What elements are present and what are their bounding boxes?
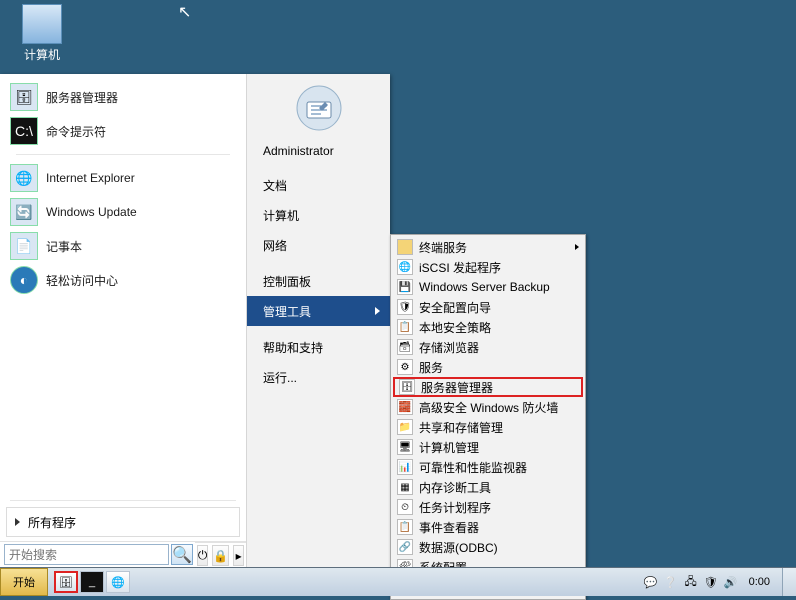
pinned-server-manager[interactable]: 🗄服务器管理器 bbox=[6, 80, 240, 114]
sub-backup[interactable]: 💾Windows Server Backup bbox=[393, 277, 583, 297]
clock-icon: ⏲ bbox=[397, 499, 413, 515]
firewall-icon: 🧱 bbox=[397, 399, 413, 415]
tray-security-icon[interactable]: 🛡 bbox=[703, 574, 719, 590]
folder-icon bbox=[397, 239, 413, 255]
share-icon: 📁 bbox=[397, 419, 413, 435]
show-desktop-button[interactable] bbox=[782, 568, 796, 596]
computer-icon bbox=[22, 4, 62, 44]
search-button[interactable]: 🔍 bbox=[171, 544, 193, 565]
memory-icon: ▦ bbox=[397, 479, 413, 495]
chevron-right-icon bbox=[575, 244, 579, 250]
right-item-network[interactable]: 网络 bbox=[247, 230, 390, 260]
storage-icon: 🗃 bbox=[397, 339, 413, 355]
desktop-icon-label: 计算机 bbox=[12, 46, 72, 63]
divider bbox=[10, 500, 236, 501]
sub-task-scheduler[interactable]: ⏲任务计划程序 bbox=[393, 497, 583, 517]
update-icon: 🔄 bbox=[10, 198, 38, 226]
cmd-icon: C:\ bbox=[10, 117, 38, 145]
server-manager-icon: 🗄 bbox=[399, 379, 415, 395]
computer-mgmt-icon: 🖥 bbox=[397, 439, 413, 455]
chevron-right-icon bbox=[375, 307, 380, 315]
sub-share-storage[interactable]: 📁共享和存储管理 bbox=[393, 417, 583, 437]
sub-computer-mgmt[interactable]: 🖥计算机管理 bbox=[393, 437, 583, 457]
notepad-icon: 📄 bbox=[10, 232, 38, 260]
tray-help-icon[interactable]: ❔ bbox=[663, 574, 679, 590]
start-button[interactable]: 开始 bbox=[0, 568, 48, 596]
sub-local-security[interactable]: 📋本地安全策略 bbox=[393, 317, 583, 337]
odbc-icon: 🔗 bbox=[397, 539, 413, 555]
gear-icon: ⚙ bbox=[397, 359, 413, 375]
ie-icon: 🌐 bbox=[10, 164, 38, 192]
sub-perfmon[interactable]: 📊可靠性和性能监视器 bbox=[393, 457, 583, 477]
event-icon: 📋 bbox=[397, 519, 413, 535]
start-menu-left-column: 🗄服务器管理器 C:\命令提示符 🌐Internet Explorer 🔄Win… bbox=[0, 74, 247, 567]
power-button[interactable]: ⏻ bbox=[197, 545, 209, 566]
all-programs-button[interactable]: 所有程序 bbox=[6, 507, 240, 537]
policy-icon: 📋 bbox=[397, 319, 413, 335]
all-programs-label: 所有程序 bbox=[28, 514, 76, 531]
sub-odbc[interactable]: 🔗数据源(ODBC) bbox=[393, 537, 583, 557]
perfmon-icon: 📊 bbox=[397, 459, 413, 475]
taskbar-clock[interactable]: 0:00 bbox=[743, 576, 776, 588]
tray-balloon-icon[interactable]: 💬 bbox=[643, 574, 659, 590]
arrow-right-icon bbox=[15, 518, 20, 526]
sub-memory-diag[interactable]: ▦内存诊断工具 bbox=[393, 477, 583, 497]
sub-event-viewer[interactable]: 📋事件查看器 bbox=[393, 517, 583, 537]
start-menu: 🗄服务器管理器 C:\命令提示符 🌐Internet Explorer 🔄Win… bbox=[0, 74, 390, 567]
right-item-run[interactable]: 运行... bbox=[247, 362, 390, 392]
pinned-command-prompt[interactable]: C:\命令提示符 bbox=[6, 114, 240, 148]
right-item-computer[interactable]: 计算机 bbox=[247, 200, 390, 230]
right-item-documents[interactable]: 文档 bbox=[247, 170, 390, 200]
admin-tools-submenu: 终端服务 🌐iSCSI 发起程序 💾Windows Server Backup … bbox=[390, 234, 586, 600]
username-label: Administrator bbox=[247, 144, 390, 158]
sub-security-wizard[interactable]: 🛡安全配置向导 bbox=[393, 297, 583, 317]
pinned-windows-update[interactable]: 🔄Windows Update bbox=[6, 195, 240, 229]
right-item-help[interactable]: 帮助和支持 bbox=[247, 332, 390, 362]
tray-volume-icon[interactable]: 🔊 bbox=[723, 574, 739, 590]
pinned-ease-of-access[interactable]: ◐轻松访问中心 bbox=[6, 263, 240, 297]
globe-icon: 🌐 bbox=[397, 259, 413, 275]
search-input[interactable] bbox=[4, 544, 169, 565]
pinned-ie[interactable]: 🌐Internet Explorer bbox=[6, 161, 240, 195]
sub-services[interactable]: ⚙服务 bbox=[393, 357, 583, 377]
sub-firewall[interactable]: 🧱高级安全 Windows 防火墙 bbox=[393, 397, 583, 417]
ease-icon: ◐ bbox=[10, 266, 38, 294]
right-item-control-panel[interactable]: 控制面板 bbox=[247, 266, 390, 296]
sub-terminal-services[interactable]: 终端服务 bbox=[393, 237, 583, 257]
server-manager-icon: 🗄 bbox=[10, 83, 38, 111]
lock-button[interactable]: 🔒 bbox=[212, 545, 229, 566]
quick-ie[interactable]: 🌐 bbox=[106, 571, 130, 593]
system-tray: 💬 ❔ 🖧 🛡 🔊 0:00 bbox=[637, 568, 782, 596]
sub-iscsi[interactable]: 🌐iSCSI 发起程序 bbox=[393, 257, 583, 277]
divider bbox=[16, 154, 230, 155]
quick-cmd[interactable]: _ bbox=[80, 571, 104, 593]
right-item-admin-tools[interactable]: 管理工具 bbox=[247, 296, 390, 326]
sub-server-manager[interactable]: 🗄服务器管理器 bbox=[393, 377, 583, 397]
desktop-icon-computer[interactable]: 计算机 bbox=[12, 4, 72, 63]
search-row: 🔍 ⏻ 🔒 ▸ bbox=[0, 541, 246, 567]
start-menu-right-column: Administrator 文档 计算机 网络 控制面板 管理工具 帮助和支持 … bbox=[247, 74, 390, 567]
backup-icon: 💾 bbox=[397, 279, 413, 295]
cursor-icon: ↖ bbox=[178, 2, 191, 22]
pinned-notepad[interactable]: 📄记事本 bbox=[6, 229, 240, 263]
tray-network-icon[interactable]: 🖧 bbox=[683, 574, 699, 590]
quick-launch: 🗄 _ 🌐 bbox=[52, 568, 132, 596]
taskbar: 开始 🗄 _ 🌐 💬 ❔ 🖧 🛡 🔊 0:00 bbox=[0, 567, 796, 596]
pinned-apps: 🗄服务器管理器 C:\命令提示符 🌐Internet Explorer 🔄Win… bbox=[0, 74, 246, 297]
quick-server-manager[interactable]: 🗄 bbox=[54, 571, 78, 593]
shutdown-options-button[interactable]: ▸ bbox=[233, 545, 244, 566]
shield-icon: 🛡 bbox=[397, 299, 413, 315]
sub-storage-explorer[interactable]: 🗃存储浏览器 bbox=[393, 337, 583, 357]
user-picture[interactable] bbox=[289, 82, 349, 134]
